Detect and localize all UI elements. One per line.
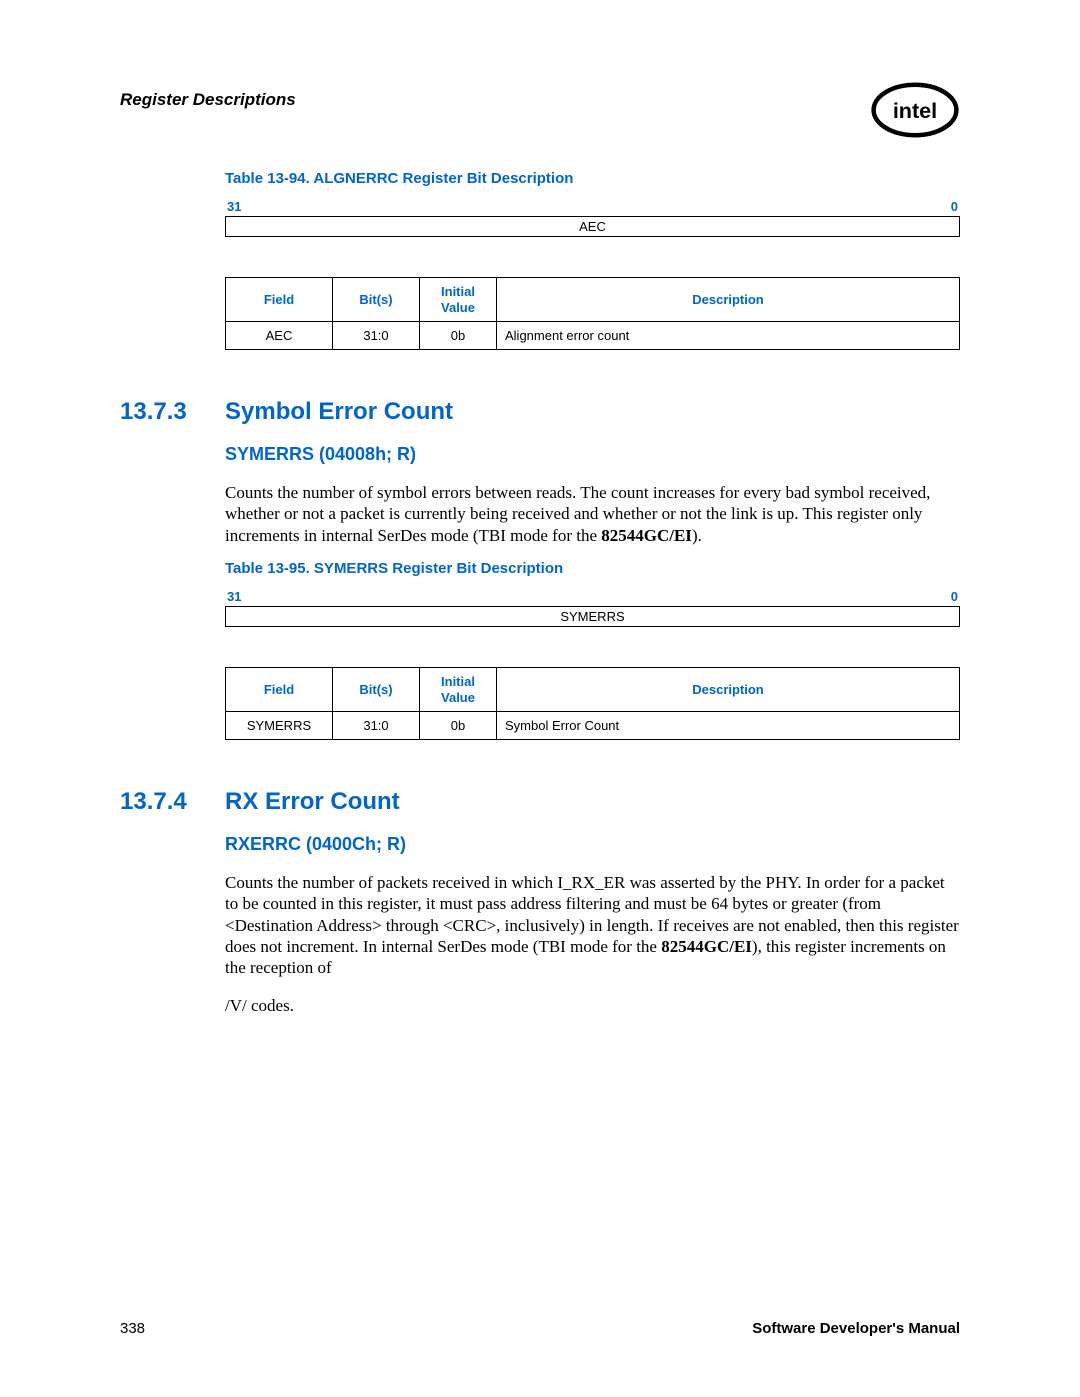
page-footer: 338 Software Developer's Manual — [120, 1320, 960, 1337]
intel-logo-icon: intel — [870, 80, 960, 140]
section-1374-paragraph-line2: /V/ codes. — [225, 995, 960, 1016]
bit-field-box: SYMERRS — [225, 606, 960, 627]
table-94-caption: Table 13-94. ALGNERRC Register Bit Descr… — [225, 170, 960, 187]
table-95-caption: Table 13-95. SYMERRS Register Bit Descri… — [225, 560, 960, 577]
bit-field-box: AEC — [225, 216, 960, 237]
cell-initial: 0b — [420, 712, 497, 740]
th-initial: Initial Value — [420, 667, 497, 711]
cell-bits: 31:0 — [333, 322, 420, 350]
page-number: 338 — [120, 1320, 145, 1337]
cell-desc: Alignment error count — [497, 322, 960, 350]
cell-field: SYMERRS — [226, 712, 333, 740]
table-95: Field Bit(s) Initial Value Description S… — [225, 667, 960, 740]
bit-low-label: 0 — [951, 199, 958, 214]
th-desc: Description — [497, 667, 960, 711]
th-field: Field — [226, 278, 333, 322]
svg-text:intel: intel — [893, 98, 937, 123]
section-1373-heading: 13.7.3 Symbol Error Count — [120, 398, 960, 426]
register-subheading: RXERRC (0400Ch; R) — [225, 834, 960, 855]
cell-field: AEC — [226, 322, 333, 350]
table-row: SYMERRS 31:0 0b Symbol Error Count — [226, 712, 960, 740]
th-initial: Initial Value — [420, 278, 497, 322]
document-title: Software Developer's Manual — [752, 1320, 960, 1337]
section-title: RX Error Count — [225, 788, 400, 816]
section-title: Symbol Error Count — [225, 398, 453, 426]
section-1374-paragraph: Counts the number of packets received in… — [225, 872, 960, 978]
cell-desc: Symbol Error Count — [497, 712, 960, 740]
section-number: 13.7.3 — [120, 398, 225, 426]
cell-bits: 31:0 — [333, 712, 420, 740]
section-1373-paragraph: Counts the number of symbol errors betwe… — [225, 482, 960, 546]
table-94: Field Bit(s) Initial Value Description A… — [225, 277, 960, 350]
th-bits: Bit(s) — [333, 667, 420, 711]
bit-high-label: 31 — [227, 589, 241, 604]
th-bits: Bit(s) — [333, 278, 420, 322]
bit-range-labels: 31 0 — [225, 199, 960, 214]
page-header: Register Descriptions intel — [120, 80, 960, 140]
table-header-row: Field Bit(s) Initial Value Description — [226, 667, 960, 711]
th-field: Field — [226, 667, 333, 711]
cell-initial: 0b — [420, 322, 497, 350]
bit-low-label: 0 — [951, 589, 958, 604]
section-number: 13.7.4 — [120, 788, 225, 816]
bit-high-label: 31 — [227, 199, 241, 214]
table-header-row: Field Bit(s) Initial Value Description — [226, 278, 960, 322]
table-row: AEC 31:0 0b Alignment error count — [226, 322, 960, 350]
bit-range-labels: 31 0 — [225, 589, 960, 604]
header-section-title: Register Descriptions — [120, 90, 296, 110]
register-subheading: SYMERRS (04008h; R) — [225, 444, 960, 465]
th-desc: Description — [497, 278, 960, 322]
section-1374-heading: 13.7.4 RX Error Count — [120, 788, 960, 816]
